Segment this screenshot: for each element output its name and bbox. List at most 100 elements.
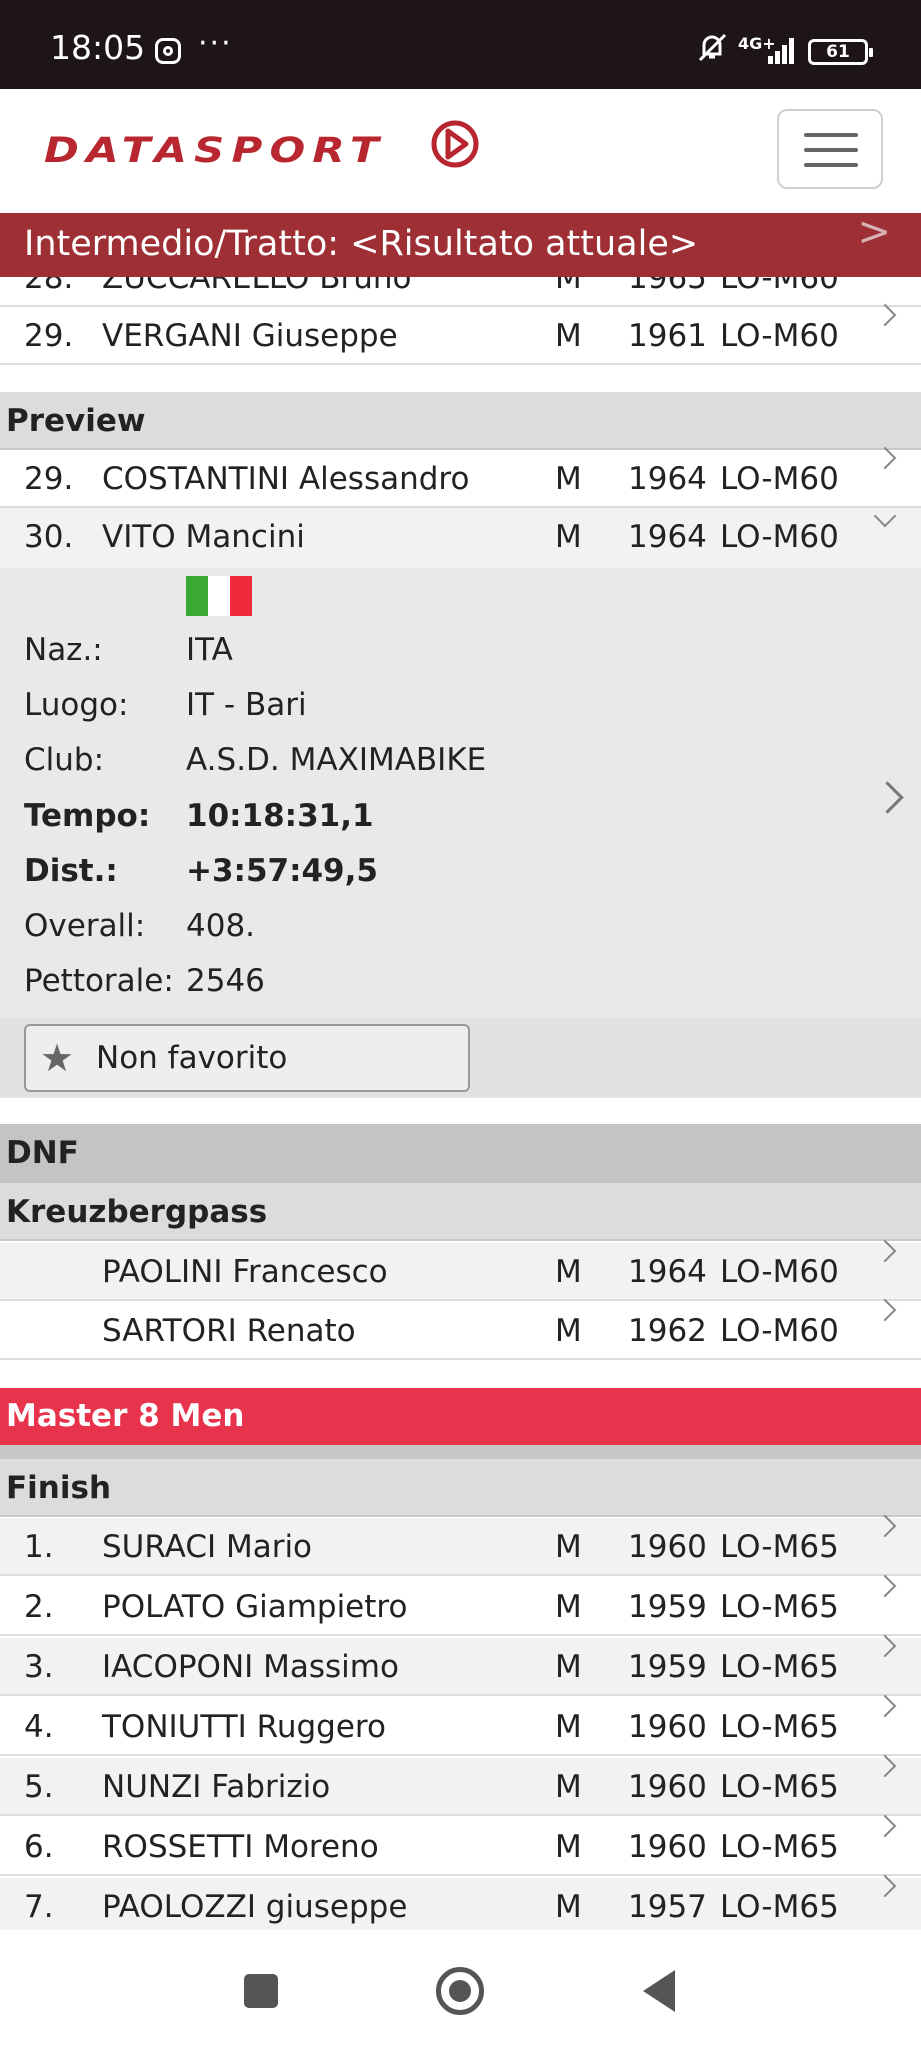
section-divider [0,1445,921,1459]
row-sex: M [555,1529,582,1565]
table-row[interactable]: 4. TONIUTTI Ruggero M 1960 LO-M65 [0,1694,921,1756]
row-year: 1961 [628,318,707,354]
table-row[interactable]: 7. PAOLOZZI giuseppe M 1957 LO-M65 [0,1874,921,1936]
phase-label: Intermedio/Tratto: <Risultato attuale> [24,224,699,264]
table-row-expanded[interactable]: 30. VITO Mancini M 1964 LO-M60 [0,504,921,568]
row-rank: 29. [24,461,74,497]
table-row[interactable]: PAOLINI Francesco M 1964 LO-M60 [0,1239,921,1301]
table-row[interactable]: SARTORI Renato M 1962 LO-M60 [0,1298,921,1360]
row-sex: M [555,1709,582,1745]
chevron-right-icon[interactable] [871,781,904,814]
row-rank: 7. [24,1889,54,1925]
row-category: LO-M60 [720,519,839,555]
instagram-icon [155,38,181,64]
row-name: NUNZI Fabrizio [102,1769,331,1805]
more-notifications-icon: ··· [198,26,233,61]
row-name: VITO Mancini [102,519,305,555]
home-button[interactable] [436,1967,484,2015]
star-icon: ★ [40,1036,75,1080]
table-row[interactable]: 5. NUNZI Fabrizio M 1960 LO-M65 [0,1754,921,1816]
row-rank: 2. [24,1589,54,1625]
chevron-right-icon [873,1694,897,1718]
row-category: LO-M65 [720,1709,839,1745]
status-time: 18:05 [50,28,146,67]
row-sex: M [555,1649,582,1685]
section-dnf: DNF [0,1124,921,1183]
row-rank: 5. [24,1769,54,1805]
row-name: SARTORI Renato [102,1313,356,1349]
row-name: VERGANI Giuseppe [102,318,398,354]
section-finish: Finish [0,1459,921,1517]
chevron-right-icon [873,1874,897,1898]
bell-muted-icon [695,30,729,72]
row-rank: 29. [24,318,74,354]
row-year: 1960 [628,1709,707,1745]
row-category: LO-M60 [720,318,839,354]
row-year: 1959 [628,1589,707,1625]
table-row[interactable]: 29. VERGANI Giuseppe M 1961 LO-M60 [0,303,921,365]
row-sex: M [555,519,582,555]
row-rank: 30. [24,519,74,555]
table-row[interactable]: 28. ZUCCARELLO Bruno M 1965 LO-M60 [0,277,921,307]
table-row[interactable]: 3. IACOPONI Massimo M 1959 LO-M65 [0,1634,921,1696]
chevron-right-icon [873,446,897,470]
row-category: LO-M60 [720,1254,839,1290]
hamburger-menu-button[interactable] [777,109,883,189]
favorite-strip: ★ Non favorito [0,1018,921,1098]
row-sex: M [555,1313,582,1349]
back-button[interactable] [643,1970,675,2012]
row-year: 1957 [628,1889,707,1925]
favorite-label: Non favorito [96,1040,288,1076]
row-year: 1964 [628,519,707,555]
section-kreuzbergpass: Kreuzbergpass [0,1183,921,1241]
row-year: 1960 [628,1529,707,1565]
phase-selector[interactable]: Intermedio/Tratto: <Risultato attuale> > [0,209,921,277]
row-name: COSTANTINI Alessandro [102,461,470,497]
chevron-right-icon [873,1239,897,1263]
table-row[interactable]: 6. ROSSETTI Moreno M 1960 LO-M65 [0,1814,921,1876]
row-sex: M [555,1769,582,1805]
athlete-details[interactable]: Naz.: ITA Luogo: IT - Bari Club: A.S.D. … [0,568,921,1018]
row-name: PAOLOZZI giuseppe [102,1889,408,1925]
chevron-right-icon [873,1574,897,1598]
chevron-down-icon [873,504,897,528]
row-year: 1964 [628,461,707,497]
row-sex: M [555,1589,582,1625]
row-year: 1964 [628,1254,707,1290]
row-rank: 1. [24,1529,54,1565]
row-rank: 3. [24,1649,54,1685]
chevron-right-icon: > [857,209,891,255]
chevron-right-icon [873,1754,897,1778]
italy-flag-icon [186,576,252,616]
row-category: LO-M60 [720,461,839,497]
row-year: 1960 [628,1829,707,1865]
site-header: DATASPORT [0,89,921,213]
row-category: LO-M60 [720,1313,839,1349]
logo-text: DATASPORT [44,131,386,171]
row-rank: 4. [24,1709,54,1745]
table-row[interactable]: 2. POLATO Giampietro M 1959 LO-M65 [0,1574,921,1636]
row-sex: M [555,1254,582,1290]
row-year: 1959 [628,1649,707,1685]
play-logo-icon [431,120,479,168]
table-row[interactable]: 29. COSTANTINI Alessandro M 1964 LO-M60 [0,446,921,508]
signal-icon [768,38,796,64]
row-sex: M [555,1889,582,1925]
status-bar: 18:05 ··· 4G+ 61 [0,0,921,89]
row-sex: M [555,461,582,497]
row-name: ROSSETTI Moreno [102,1829,379,1865]
row-name: SURACI Mario [102,1529,313,1565]
row-name: TONIUTTI Ruggero [102,1709,386,1745]
recents-button[interactable] [244,1974,278,2008]
table-row[interactable]: 1. SURACI Mario M 1960 LO-M65 [0,1514,921,1576]
favorite-button[interactable]: ★ Non favorito [24,1024,470,1092]
row-year: 1962 [628,1313,707,1349]
chevron-right-icon [873,1814,897,1838]
chevron-right-icon [873,1514,897,1538]
chevron-right-icon [873,1298,897,1322]
section-preview: Preview [0,392,921,450]
row-name: POLATO Giampietro [102,1589,408,1625]
row-category: LO-M65 [720,1889,839,1925]
row-category: LO-M65 [720,1829,839,1865]
row-name: IACOPONI Massimo [102,1649,399,1685]
